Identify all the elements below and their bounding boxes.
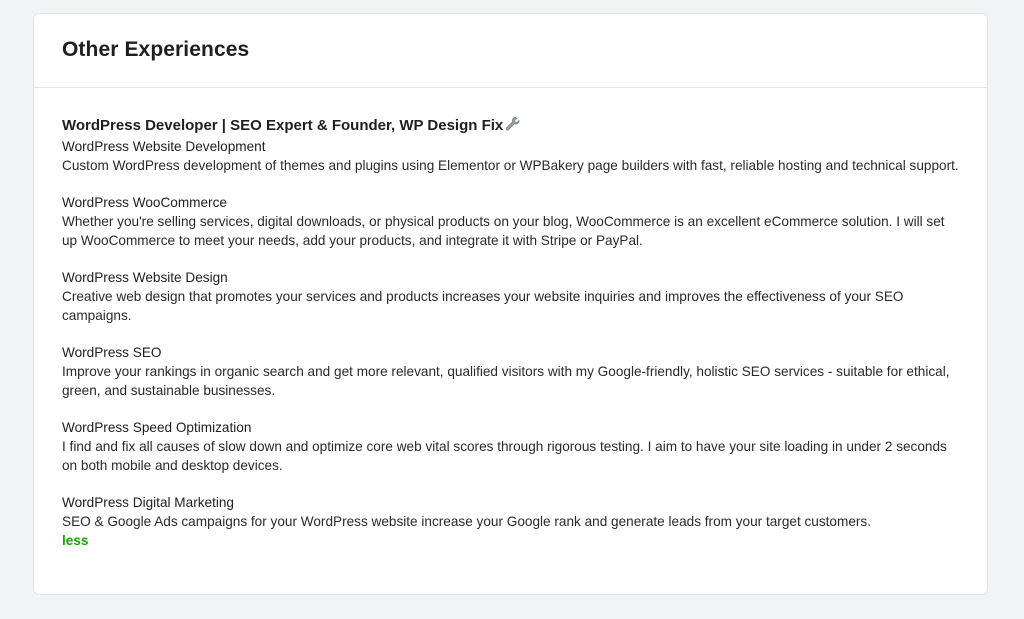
- card-header: Other Experiences: [34, 14, 987, 88]
- section-description: Whether you're selling services, digital…: [62, 214, 945, 248]
- experience-section-speed-optimization: WordPress Speed Optimization I find and …: [62, 418, 959, 475]
- section-description: Custom WordPress development of themes a…: [62, 158, 959, 173]
- experience-section-woocommerce: WordPress WooCommerce Whether you're sel…: [62, 193, 959, 250]
- section-description: Creative web design that promotes your s…: [62, 289, 904, 323]
- section-title: WordPress Website Development: [62, 139, 266, 154]
- experience-section-website-design: WordPress Website Design Creative web de…: [62, 268, 959, 325]
- experience-section-digital-marketing: WordPress Digital Marketing SEO & Google…: [62, 493, 959, 550]
- section-description: I find and fix all causes of slow down a…: [62, 439, 947, 473]
- experience-title: WordPress Developer | SEO Expert & Found…: [62, 116, 959, 137]
- card-title: Other Experiences: [62, 38, 250, 61]
- experience-title-text: WordPress Developer | SEO Expert & Found…: [62, 117, 504, 134]
- card-body: WordPress Developer | SEO Expert & Found…: [34, 88, 987, 550]
- wrench-icon: [505, 116, 521, 137]
- section-title: WordPress Website Design: [62, 270, 228, 285]
- section-description: Improve your rankings in organic search …: [62, 364, 950, 398]
- section-title: WordPress Speed Optimization: [62, 420, 252, 435]
- section-title: WordPress WooCommerce: [62, 195, 227, 210]
- section-title: WordPress SEO: [62, 345, 162, 360]
- experience-section-seo: WordPress SEO Improve your rankings in o…: [62, 343, 959, 400]
- other-experiences-card: Other Experiences WordPress Developer | …: [33, 13, 988, 595]
- less-link[interactable]: less: [62, 531, 88, 550]
- experience-section-website-development: WordPress Website Development Custom Wor…: [62, 137, 959, 175]
- section-description: SEO & Google Ads campaigns for your Word…: [62, 514, 871, 529]
- section-title: WordPress Digital Marketing: [62, 495, 234, 510]
